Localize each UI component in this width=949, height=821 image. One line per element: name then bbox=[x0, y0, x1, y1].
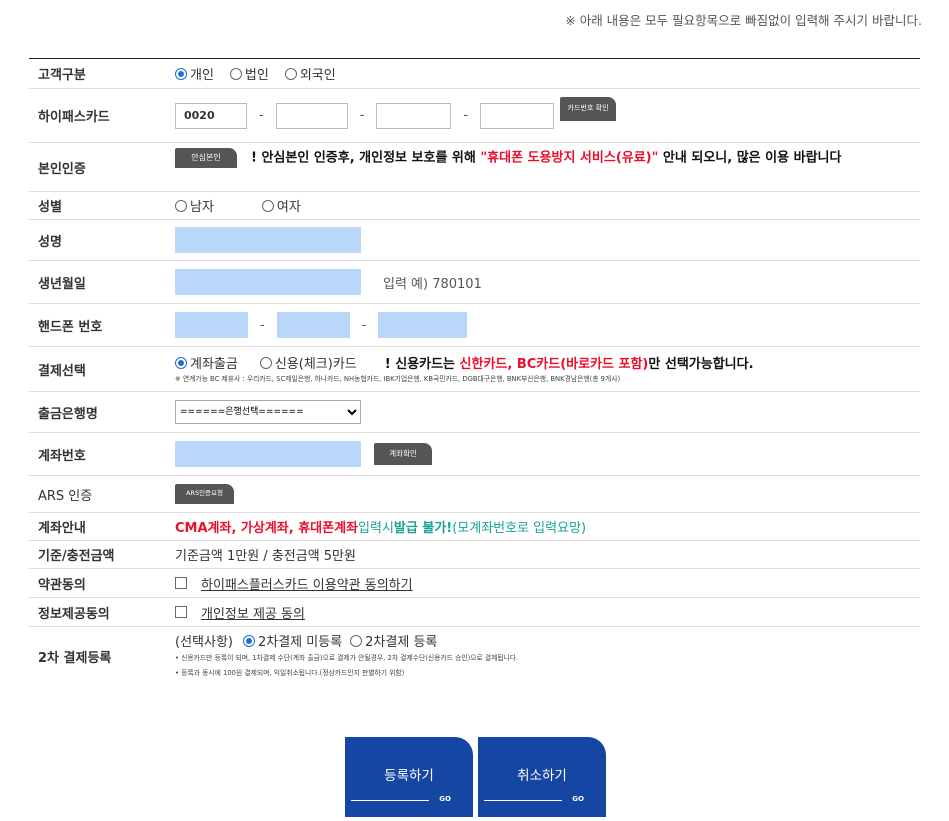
label-hipass-card: 하이패스카드 bbox=[38, 110, 110, 125]
terms-link[interactable]: 하이패스플러스카드 이용약관 동의하기 bbox=[201, 574, 413, 593]
registration-form: 고객구분 개인 법인 외국인 하이패스카드 0020 - - - 카드번호 확인… bbox=[29, 58, 920, 685]
secondary-note-1: • 신용카드만 등록이 되며, 1차결제 수단(계좌 출금)으로 결제가 안될경… bbox=[175, 654, 519, 662]
base-amount-text: 기준금액 1만원 / 충전금액 5만원 bbox=[175, 549, 356, 564]
radio-circle[interactable] bbox=[229, 67, 242, 80]
safe-identity-button[interactable]: 안심본인 bbox=[175, 148, 237, 168]
radio-corporation[interactable]: 법인 bbox=[229, 64, 269, 83]
card-number-part2[interactable] bbox=[275, 102, 348, 129]
card-number-part4[interactable] bbox=[480, 102, 555, 129]
label-account-notice: 계좌안내 bbox=[38, 521, 86, 536]
payment-warning: ! 신용카드는 신한카드, BC카드(바로카드 포함)만 선택가능합니다. bbox=[384, 357, 754, 372]
label-payment: 결제선택 bbox=[38, 363, 86, 379]
row-terms: 약관동의 하이패스플러스카드 이용약관 동의하기 bbox=[29, 569, 920, 598]
radio-circle[interactable] bbox=[175, 199, 187, 212]
bank-select[interactable]: ======은행선택====== bbox=[175, 400, 361, 424]
row-ars: ARS 인증 ARS인증요청 bbox=[29, 476, 920, 513]
row-privacy: 정보제공동의 개인정보 제공 동의 bbox=[29, 598, 920, 627]
birthdate-example: 입력 예) 780101 bbox=[383, 276, 482, 292]
ars-request-button[interactable]: ARS인증요청 bbox=[175, 484, 234, 504]
secondary-note-2: • 등록과 동시에 100원 결제되며, 익일취소됩니다.(정상카드인지 판별하… bbox=[175, 669, 405, 677]
radio-credit-card[interactable]: 신용(체크)카드 bbox=[259, 353, 357, 372]
row-customer-type: 고객구분 개인 법인 외국인 bbox=[29, 59, 920, 89]
radio-circle[interactable] bbox=[284, 67, 297, 80]
label-identity: 본인인증 bbox=[38, 161, 86, 177]
radio-female[interactable]: 여자 bbox=[261, 196, 301, 215]
row-payment: 결제선택 계좌출금 신용(체크)카드 ! 신용카드는 신한카드, BC카드(바로… bbox=[29, 347, 920, 392]
birthdate-input[interactable] bbox=[175, 269, 361, 295]
phone-part3[interactable] bbox=[378, 312, 468, 338]
required-notice: ※ 아래 내용은 모두 필요항목으로 빠짐없이 입력해 주시기 바랍니다. bbox=[565, 13, 922, 28]
row-name: 성명 bbox=[29, 220, 920, 261]
register-button[interactable]: 등록하기 GO bbox=[345, 737, 473, 817]
label-name: 성명 bbox=[38, 234, 62, 250]
radio-individual[interactable]: 개인 bbox=[175, 64, 214, 83]
row-account-notice: 계좌안내 CMA계좌, 가상계좌, 휴대폰계좌 입력시 발급 불가! (모계좌번… bbox=[29, 513, 920, 541]
cancel-button[interactable]: 취소하기 GO bbox=[478, 737, 606, 817]
radio-circle-checked[interactable] bbox=[175, 356, 187, 369]
privacy-link[interactable]: 개인정보 제공 동의 bbox=[201, 603, 305, 622]
label-ars: ARS 인증 bbox=[38, 488, 93, 504]
row-phone: 핸드폰 번호 - - bbox=[29, 304, 920, 347]
phone-part1[interactable] bbox=[175, 312, 248, 338]
terms-checkbox[interactable] bbox=[175, 577, 187, 589]
card-number-part3[interactable] bbox=[376, 102, 452, 129]
privacy-checkbox[interactable] bbox=[175, 606, 187, 618]
row-account: 계좌번호 계좌확인 bbox=[29, 433, 920, 476]
label-bank: 출금은행명 bbox=[38, 406, 98, 422]
label-birth: 생년월일 bbox=[38, 276, 86, 292]
radio-circle[interactable] bbox=[261, 199, 274, 212]
name-input[interactable] bbox=[175, 227, 361, 253]
label-account: 계좌번호 bbox=[38, 448, 86, 464]
row-birth: 생년월일 입력 예) 780101 bbox=[29, 261, 920, 304]
label-base-amount: 기준/충전금액 bbox=[38, 549, 115, 564]
radio-circle[interactable] bbox=[259, 356, 272, 369]
card-check-button[interactable]: 카드번호 확인 bbox=[560, 96, 617, 121]
label-customer-type: 고객구분 bbox=[38, 68, 86, 83]
payment-partner-note: ※ 연계가능 BC 제휴사 : 우리카드, SC제일은행, 하나카드, NH농협… bbox=[175, 375, 621, 383]
label-secondary-payment: 2차 결제등록 bbox=[38, 650, 112, 666]
label-privacy: 정보제공동의 bbox=[38, 606, 110, 622]
phone-part2[interactable] bbox=[276, 312, 350, 338]
radio-foreigner[interactable]: 외국인 bbox=[284, 64, 336, 83]
row-identity: 본인인증 안심본인! 안심본인 인증후, 개인정보 보호를 위해 "휴대폰 도용… bbox=[29, 143, 920, 192]
radio-account-withdraw[interactable]: 계좌출금 bbox=[175, 353, 238, 372]
account-input[interactable] bbox=[175, 441, 361, 467]
button-underline bbox=[351, 800, 429, 801]
row-bank: 출금은행명 ======은행선택====== bbox=[29, 392, 920, 433]
account-check-button[interactable]: 계좌확인 bbox=[374, 443, 432, 465]
label-gender: 성별 bbox=[38, 200, 62, 215]
row-hipass-card: 하이패스카드 0020 - - - 카드번호 확인 bbox=[29, 89, 920, 143]
radio-secondary-none[interactable]: 2차결제 미등록 bbox=[242, 631, 342, 650]
card-number-part1[interactable]: 0020 bbox=[175, 102, 247, 129]
row-gender: 성별 남자 여자 bbox=[29, 192, 920, 220]
radio-circle-checked[interactable] bbox=[242, 634, 255, 647]
radio-secondary-register[interactable]: 2차결제 등록 bbox=[350, 631, 437, 650]
radio-male[interactable]: 남자 bbox=[175, 196, 214, 215]
label-terms: 약관동의 bbox=[38, 577, 86, 593]
optional-text: (선택사항) bbox=[175, 635, 233, 650]
button-underline bbox=[484, 800, 562, 801]
label-phone: 핸드폰 번호 bbox=[38, 319, 103, 335]
row-base-amount: 기준/충전금액 기준금액 1만원 / 충전금액 5만원 bbox=[29, 541, 920, 569]
row-secondary-payment: 2차 결제등록 (선택사항) 2차결제 미등록 2차결제 등록 • 신용카드만 … bbox=[29, 627, 920, 685]
radio-circle[interactable] bbox=[350, 634, 363, 647]
radio-circle-checked[interactable] bbox=[175, 67, 187, 80]
